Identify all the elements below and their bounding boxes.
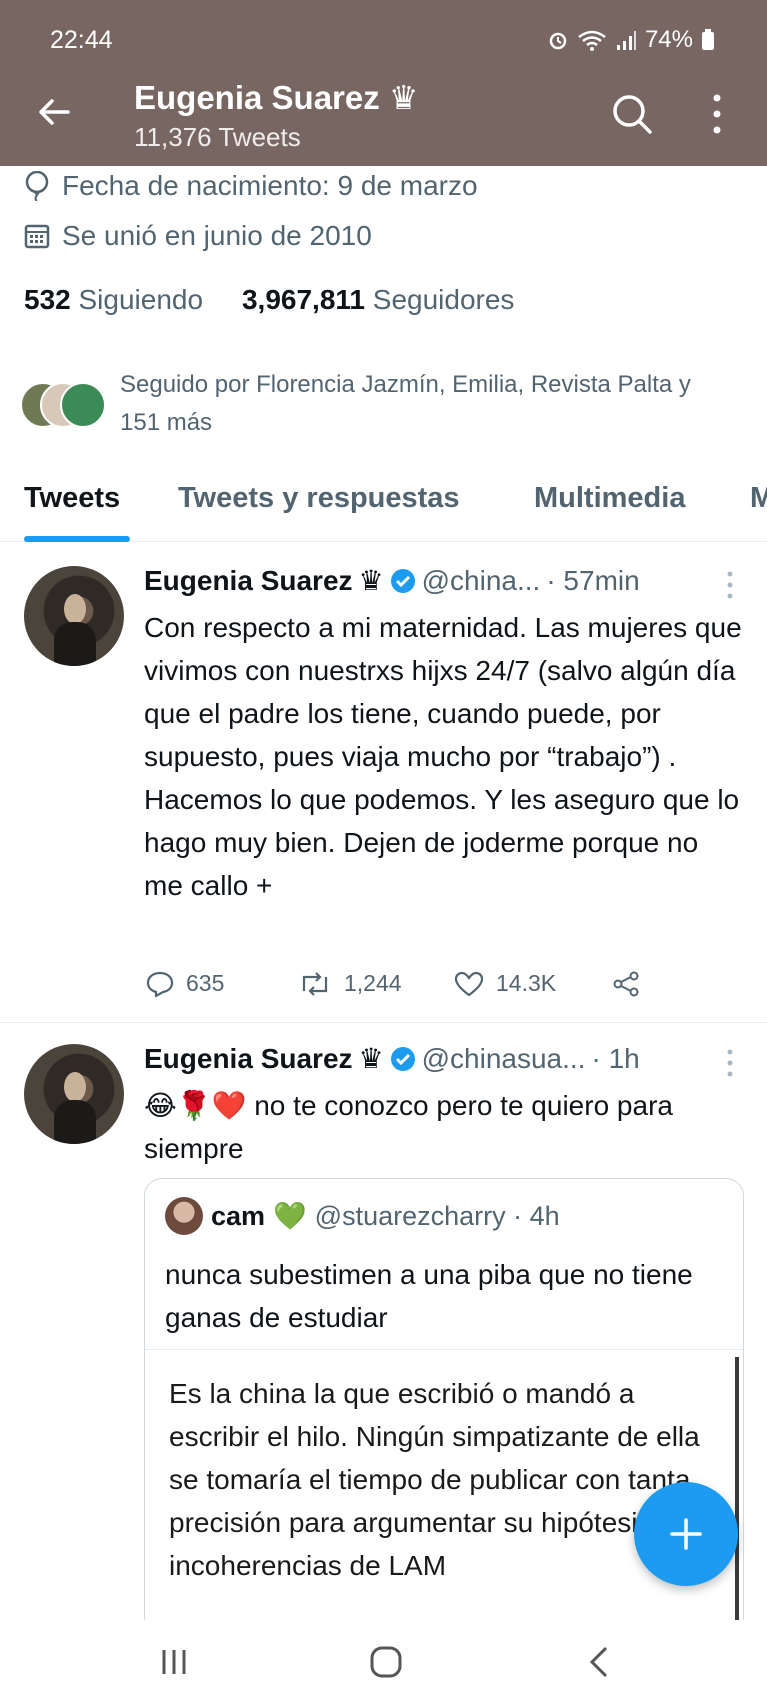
quoted-author-name: cam [211,1200,266,1231]
plus-icon [670,1518,702,1550]
quoted-tweet-header: cam 💚 @stuarezcharry · 4h [165,1197,560,1235]
app-header: 22:44 74% Eugenia Suarez ♛ 11,376 Tweets [0,0,767,166]
tab-tweets-replies[interactable]: Tweets y respuestas [178,482,460,515]
tweet-author-name[interactable]: Eugenia Suarez [144,1043,353,1075]
follow-stats: 532 Siguiendo 3,967,811 Seguidores [24,284,514,316]
tweet-author-handle: @chinasua... [421,1042,586,1074]
tweet-count: 11,376 Tweets [134,122,301,152]
back-arrow-icon[interactable] [34,92,74,132]
profile-name: Eugenia Suarez ♛ [134,79,419,116]
crown-icon: ♛ [358,1043,384,1074]
emoji-group: 😂🌹❤️ [144,1090,247,1121]
system-nav-bar [0,1620,767,1705]
avatar[interactable] [24,566,124,666]
quoted-tweet-text: nunca subestimen a una piba que no tiene… [165,1259,693,1333]
tweet-author-name[interactable]: Eugenia Suarez [144,565,353,597]
follower-avatars [20,382,108,432]
calendar-icon [24,224,50,249]
tweet-time: · 1h [591,1042,640,1074]
status-icons: 74% [547,26,715,54]
battery-percent: 74% [644,26,693,53]
retweet-icon [302,971,328,996]
battery-icon [702,29,714,50]
profile-tabs: Tweets Tweets y respuestas Multimedia M [0,470,767,542]
followed-by-row[interactable]: Seguido por Florencia Jazmín, Emilia, Re… [20,366,720,442]
green-heart-emoji: 💚 [273,1201,307,1231]
compose-tweet-button[interactable] [634,1482,738,1586]
joined-text: Se unió en junio de 2010 [62,220,372,251]
followers-link[interactable]: 3,967,811 Seguidores [242,284,514,315]
reply-icon [146,971,174,997]
reply-button[interactable]: 635 [146,970,224,997]
recent-apps-icon[interactable] [154,1642,194,1682]
signal-icon [616,31,636,50]
tweet-header: Eugenia Suarez ♛ @chinasua... · 1h [144,1042,640,1075]
joined-row: Se unió en junio de 2010 [24,220,372,252]
followed-by-text: Seguido por Florencia Jazmín, Emilia, Re… [120,371,691,436]
retweet-button[interactable]: 1,244 [298,970,402,997]
verified-badge-icon [390,568,415,593]
status-time: 22:44 [50,26,113,54]
heart-icon [454,971,484,996]
alarm-icon [549,32,567,50]
divider [0,1022,767,1023]
tweet-more-icon[interactable] [726,570,734,600]
verified-badge-icon [390,1046,415,1071]
balloon-icon [25,171,49,201]
back-nav-icon[interactable] [580,1642,620,1682]
quoted-author-handle: @stuarezcharry · 4h [314,1200,560,1231]
active-tab-indicator [24,536,130,542]
avatar[interactable] [24,1044,124,1144]
birthday-row: Fecha de nacimiento: 9 de marzo [24,170,478,202]
search-icon[interactable] [610,92,654,136]
home-icon[interactable] [366,1642,406,1682]
share-icon [613,971,639,997]
tweet-text: Con respecto a mi maternidad. Las mujere… [144,612,742,901]
avatar [60,382,106,428]
crown-icon: ♛ [358,565,384,596]
tweet-time: · 57min [546,564,640,596]
share-button[interactable] [612,970,640,998]
avatar [165,1197,203,1235]
tab-likes[interactable]: M [750,482,767,515]
tab-media[interactable]: Multimedia [534,482,685,515]
tab-tweets[interactable]: Tweets [24,482,120,515]
image-text: Es la china la que escribió o mandó a es… [169,1378,700,1581]
tweet-header: Eugenia Suarez ♛ @china... · 57min [144,564,640,597]
tweet-author-handle: @china... [421,564,541,596]
more-vertical-icon[interactable] [706,92,728,136]
crown-icon: ♛ [388,79,419,116]
following-link[interactable]: 532 Siguiendo [24,284,203,315]
tweet-more-icon[interactable] [726,1048,734,1078]
wifi-icon [578,30,606,51]
tweet-text: 😂🌹❤️ no te conozco pero te quiero para s… [144,1090,673,1164]
like-button[interactable]: 14.3K [454,970,556,997]
birthday-text: Fecha de nacimiento: 9 de marzo [62,170,478,201]
